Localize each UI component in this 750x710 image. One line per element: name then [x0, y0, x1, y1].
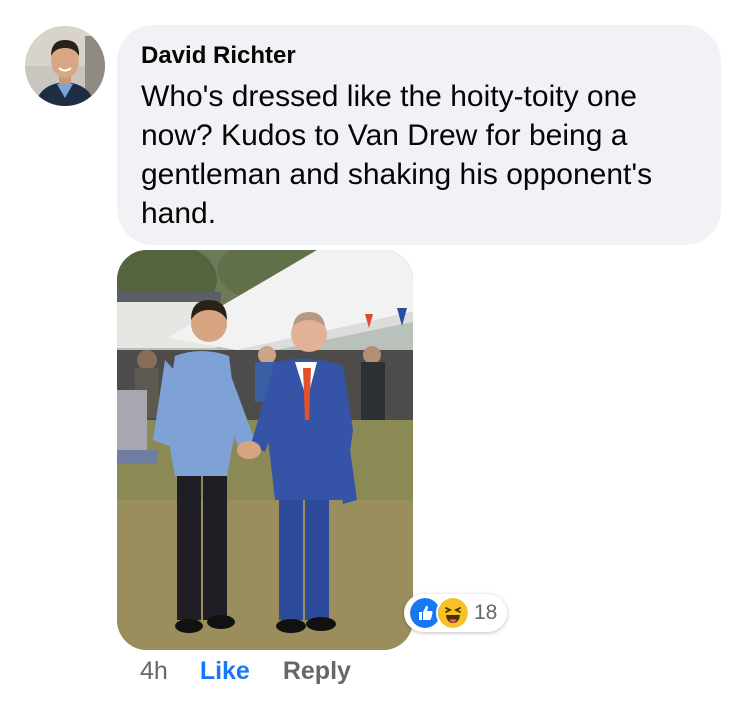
reply-button[interactable]: Reply: [283, 657, 351, 686]
avatar[interactable]: [25, 26, 105, 106]
comment-author[interactable]: David Richter: [141, 41, 699, 71]
like-button[interactable]: Like: [200, 657, 250, 686]
avatar-image: [25, 26, 105, 106]
reaction-count: 18: [474, 601, 498, 624]
reactions-summary[interactable]: 18: [404, 594, 508, 632]
comment-actions: 4h Like Reply: [140, 654, 351, 688]
comment-text: Who's dressed like the hoity-toity one n…: [141, 80, 653, 230]
haha-icon: [436, 596, 470, 630]
photo-image: [117, 250, 413, 650]
comment-timestamp[interactable]: 4h: [140, 657, 168, 686]
comment-bubble: David Richter Who's dressed like the hoi…: [117, 25, 721, 245]
comment-photo[interactable]: [117, 250, 413, 650]
